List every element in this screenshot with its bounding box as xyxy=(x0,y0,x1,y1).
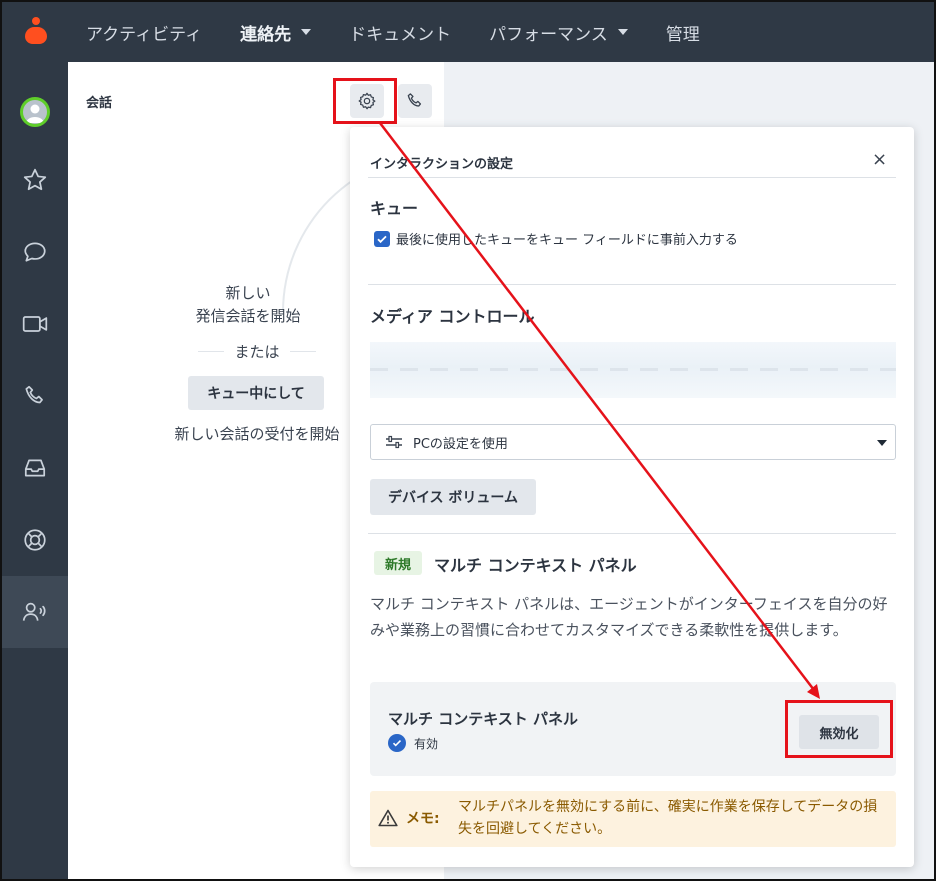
chevron-down-icon xyxy=(617,29,628,35)
nav-activity[interactable]: アクティビティ xyxy=(86,20,202,45)
start-new-line2: 発信会話を開始 xyxy=(195,307,301,325)
status-text: 有効 xyxy=(414,736,439,751)
left-rail xyxy=(2,62,68,879)
highlight-box-disable xyxy=(785,700,893,758)
nav-contacts[interactable]: 連絡先 xyxy=(240,20,312,45)
rail-item-agent[interactable] xyxy=(2,576,68,648)
start-receiving-text: 新しい会話の受付を開始 xyxy=(174,425,340,443)
divider xyxy=(368,284,896,285)
rail-item-inbox[interactable] xyxy=(2,432,68,504)
panel-title: 会話 xyxy=(86,96,113,111)
nav-documents[interactable]: ドキュメント xyxy=(349,20,451,45)
queue-heading: キュー xyxy=(370,199,419,218)
rail-item-phone[interactable] xyxy=(2,360,68,432)
media-level-meter xyxy=(370,342,896,398)
status-badge: 有効 xyxy=(388,734,438,752)
chat-icon xyxy=(24,242,46,262)
start-new-line1: 新しい xyxy=(225,284,271,302)
sliders-icon xyxy=(386,435,402,449)
device-profile-value: PCの設定を使用 xyxy=(413,436,508,452)
chevron-down-icon xyxy=(877,440,887,446)
queue-prefill-option[interactable]: 最後に使用したキューをキュー フィールドに事前入力する xyxy=(374,229,738,248)
rail-item-chat[interactable] xyxy=(2,216,68,288)
close-icon[interactable]: × xyxy=(872,149,887,170)
checkbox-checked-icon[interactable] xyxy=(374,230,390,247)
star-icon xyxy=(23,168,47,191)
multi-context-description: マルチ コンテキスト パネルは、エージェントがインターフェイスを自分の好みや業務… xyxy=(370,595,888,639)
rail-item-video[interactable] xyxy=(2,288,68,360)
rail-item-favorites[interactable] xyxy=(2,144,68,216)
avatar[interactable] xyxy=(20,97,50,127)
rail-item-help[interactable] xyxy=(2,504,68,576)
highlight-box-settings xyxy=(333,78,397,124)
check-circle-icon xyxy=(388,734,406,752)
multi-context-heading: マルチ コンテキスト パネル xyxy=(434,556,637,575)
media-controls-heading: メディア コントロール xyxy=(370,307,535,326)
app-window: アクティビティ 連絡先 ドキュメント パフォーマンス 管理 会話 新しい 発信会… xyxy=(0,0,936,881)
nav-admin[interactable]: 管理 xyxy=(666,20,700,45)
memo-banner: メモ: マルチパネルを無効にする前に、確実に作業を保存してデータの損失を回避して… xyxy=(370,791,896,847)
card-title: マルチ コンテキスト パネル xyxy=(388,710,578,728)
warning-icon xyxy=(378,809,398,827)
phone-icon xyxy=(25,385,43,404)
device-profile-select[interactable]: PCの設定を使用 xyxy=(370,424,896,460)
video-icon xyxy=(22,316,48,332)
genesys-logo[interactable] xyxy=(2,2,70,62)
memo-label: メモ: xyxy=(406,811,440,827)
or-text: または xyxy=(224,341,290,362)
chevron-down-icon xyxy=(301,29,312,35)
dialpad-button[interactable] xyxy=(398,84,432,118)
divider xyxy=(368,177,896,178)
inbox-icon xyxy=(24,459,46,477)
queue-prefill-label: 最後に使用したキューをキュー フィールドに事前入力する xyxy=(396,233,738,248)
nav-performance[interactable]: パフォーマンス xyxy=(489,20,628,45)
memo-text: マルチパネルを無効にする前に、確実に作業を保存してデータの損失を回避してください… xyxy=(458,799,878,837)
go-on-queue-button[interactable]: キュー中にして xyxy=(188,376,324,410)
divider xyxy=(368,533,896,534)
popover-title: インタラクションの設定 xyxy=(370,157,514,172)
top-navigation: アクティビティ 連絡先 ドキュメント パフォーマンス 管理 xyxy=(2,2,934,62)
new-badge: 新規 xyxy=(374,551,422,575)
rail-item-profile[interactable] xyxy=(2,76,68,148)
lifebuoy-icon xyxy=(24,529,46,551)
agent-voice-icon xyxy=(22,602,46,621)
device-volume-button[interactable]: デバイス ボリューム xyxy=(370,479,536,515)
phone-icon xyxy=(407,93,422,107)
